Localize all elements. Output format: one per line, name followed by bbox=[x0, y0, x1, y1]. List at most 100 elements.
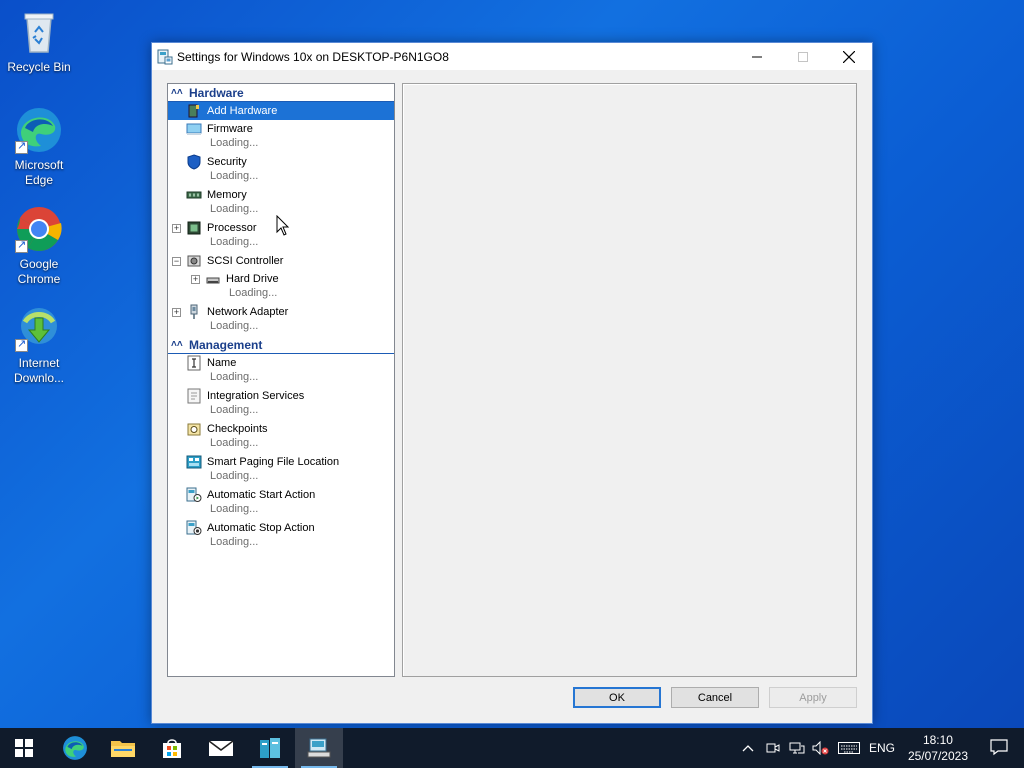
minimize-icon bbox=[752, 56, 762, 57]
smart-paging-icon bbox=[186, 455, 202, 469]
desktop-icon-label: Microsoft Edge bbox=[14, 158, 64, 187]
tree-item-add-hardware[interactable]: Add Hardware bbox=[168, 102, 394, 120]
desktop-icon-idm[interactable]: Internet Downlo... bbox=[1, 304, 77, 386]
start-button[interactable] bbox=[0, 728, 48, 768]
show-hidden-icons-button[interactable] bbox=[738, 728, 758, 768]
hard-drive-icon bbox=[206, 277, 220, 284]
taskbar-edge[interactable] bbox=[51, 728, 99, 768]
tree-item-integration-services[interactable]: Integration Services bbox=[168, 387, 394, 405]
mail-icon bbox=[209, 740, 233, 756]
taskbar-store[interactable] bbox=[148, 728, 196, 768]
tray-network[interactable] bbox=[787, 728, 807, 768]
tree-item-status: Loading... bbox=[210, 437, 259, 449]
edge-icon bbox=[15, 106, 63, 154]
camera-icon bbox=[766, 743, 780, 753]
taskbar-vm-settings[interactable] bbox=[295, 728, 343, 768]
tray-volume[interactable] bbox=[810, 728, 832, 768]
clock[interactable]: 18:10 25/07/2023 bbox=[908, 732, 968, 764]
tree-item-status: Loading... bbox=[210, 470, 259, 482]
automatic-stop-icon bbox=[186, 520, 202, 535]
desktop-icon-edge[interactable]: Microsoft Edge bbox=[1, 106, 77, 188]
clock-time: 18:10 bbox=[922, 733, 953, 747]
tree-item-network-adapter[interactable]: + Network Adapter bbox=[168, 303, 394, 321]
expand-plus-icon[interactable]: + bbox=[172, 223, 181, 233]
keyboard-icon bbox=[838, 742, 860, 754]
section-header-hardware[interactable]: ˄˄ Hardware bbox=[168, 84, 394, 102]
edge-icon bbox=[63, 736, 87, 760]
close-icon bbox=[843, 50, 855, 63]
collapse-chevron-icon[interactable]: ˄˄ bbox=[171, 87, 185, 98]
mouse-cursor-icon bbox=[276, 215, 290, 236]
recycle-bin-icon bbox=[15, 8, 63, 56]
close-button[interactable] bbox=[826, 43, 872, 70]
expand-plus-icon[interactable]: + bbox=[191, 274, 200, 284]
settings-window: Settings for Windows 10x on DESKTOP-P6N1… bbox=[151, 42, 873, 724]
tree-item-automatic-stop-action[interactable]: Automatic Stop Action bbox=[168, 519, 394, 537]
tree-item-smart-paging[interactable]: Smart Paging File Location bbox=[168, 453, 394, 471]
tree-item-hard-drive[interactable]: + Hard Drive bbox=[168, 270, 394, 288]
ok-button[interactable]: OK bbox=[573, 687, 661, 708]
desktop-icon-label: Recycle Bin bbox=[7, 60, 71, 74]
collapse-chevron-icon[interactable]: ˄˄ bbox=[171, 339, 185, 350]
tray-meet-now[interactable] bbox=[763, 728, 783, 768]
name-icon bbox=[187, 355, 201, 371]
tree-item-firmware[interactable]: Firmware bbox=[168, 120, 394, 138]
shield-icon bbox=[187, 154, 201, 170]
tree-item-checkpoints[interactable]: Checkpoints bbox=[168, 420, 394, 438]
tree-item-name[interactable]: Name bbox=[168, 354, 394, 372]
clock-date: 25/07/2023 bbox=[907, 749, 968, 763]
collapse-minus-icon[interactable]: − bbox=[172, 256, 181, 266]
desktop-icon-label: Internet Downlo... bbox=[13, 356, 65, 385]
tree-item-status: Loading... bbox=[210, 137, 259, 149]
tree-item-memory[interactable]: Memory bbox=[168, 186, 394, 204]
processor-icon bbox=[187, 221, 201, 235]
window-title: Settings for Windows 10x on DESKTOP-P6N1… bbox=[177, 49, 449, 64]
network-adapter-icon bbox=[190, 304, 198, 319]
tree-item-security[interactable]: Security bbox=[168, 153, 394, 171]
taskbar: ENG 18:10 25/07/2023 bbox=[0, 728, 1024, 768]
taskbar-hyper-v-manager[interactable] bbox=[246, 728, 294, 768]
chrome-icon bbox=[15, 205, 63, 253]
checkpoints-icon bbox=[187, 423, 201, 436]
scsi-controller-icon bbox=[187, 255, 201, 267]
tree-item-scsi-controller[interactable]: − SCSI Controller bbox=[168, 252, 394, 270]
maximize-icon bbox=[798, 51, 808, 62]
tree-item-status: Loading... bbox=[210, 503, 259, 515]
add-hardware-icon bbox=[188, 104, 199, 118]
tray-touch-keyboard[interactable] bbox=[836, 728, 862, 768]
desktop-icon-recycle-bin[interactable]: Recycle Bin bbox=[1, 8, 77, 75]
firmware-icon bbox=[186, 123, 202, 135]
cancel-button[interactable]: Cancel bbox=[671, 687, 759, 708]
chevron-up-icon bbox=[742, 745, 754, 752]
windows-logo-icon bbox=[15, 739, 33, 757]
settings-tree[interactable]: ˄˄ Hardware Add Hardware Firmware Loadin… bbox=[167, 83, 395, 677]
tree-item-status: Loading... bbox=[210, 320, 259, 332]
internet-download-manager-icon bbox=[15, 304, 63, 352]
expand-plus-icon[interactable]: + bbox=[172, 307, 181, 317]
section-header-management[interactable]: ˄˄ Management bbox=[168, 336, 394, 354]
vm-settings-icon bbox=[307, 738, 331, 758]
desktop-icon-label: Google Chrome bbox=[17, 257, 61, 286]
tree-item-status: Loading... bbox=[210, 236, 259, 248]
minimize-button[interactable] bbox=[734, 43, 780, 70]
tree-item-status: Loading... bbox=[210, 536, 259, 548]
notification-icon[interactable] bbox=[990, 738, 1008, 756]
folder-icon bbox=[111, 741, 135, 757]
desktop-icon-chrome[interactable]: Google Chrome bbox=[1, 205, 77, 287]
apply-button[interactable]: Apply bbox=[769, 687, 857, 708]
taskbar-mail[interactable] bbox=[197, 728, 245, 768]
integration-services-icon bbox=[187, 388, 201, 404]
hyper-v-settings-icon bbox=[157, 49, 173, 64]
hyper-v-manager-icon bbox=[260, 738, 280, 758]
tree-item-status: Loading... bbox=[210, 404, 259, 416]
title-bar[interactable]: Settings for Windows 10x on DESKTOP-P6N1… bbox=[152, 43, 872, 70]
taskbar-file-explorer[interactable] bbox=[99, 728, 147, 768]
tree-item-status: Loading... bbox=[229, 287, 278, 299]
memory-icon bbox=[186, 191, 202, 199]
maximize-button[interactable] bbox=[780, 43, 826, 70]
tree-item-status: Loading... bbox=[210, 371, 259, 383]
tray-language[interactable]: ENG bbox=[866, 728, 898, 768]
tree-item-automatic-start-action[interactable]: Automatic Start Action bbox=[168, 486, 394, 504]
volume-muted-icon bbox=[812, 741, 829, 755]
details-pane bbox=[402, 83, 857, 677]
